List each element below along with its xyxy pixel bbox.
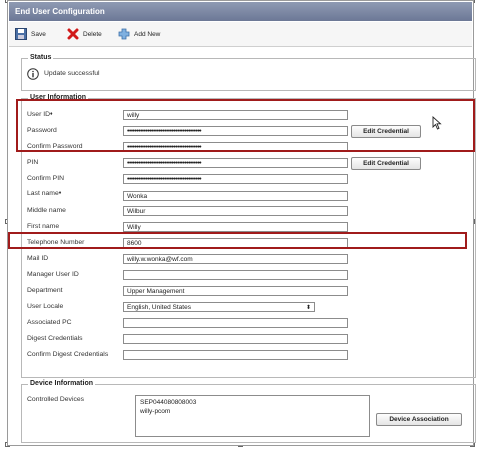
status-legend: Status bbox=[28, 54, 54, 61]
edit-credential-pin-button[interactable]: Edit Credential bbox=[351, 157, 421, 170]
digest-credentials-field[interactable] bbox=[123, 334, 348, 344]
manager-user-id-label: Manager User ID bbox=[27, 271, 79, 278]
last-name-label-text: Last name bbox=[27, 190, 59, 197]
plus-icon bbox=[118, 28, 130, 40]
device-list-item[interactable]: willy-pcom bbox=[140, 407, 365, 416]
user-locale-label: User Locale bbox=[27, 303, 64, 310]
status-message: Update successful bbox=[44, 70, 100, 77]
associated-pc-label: Associated PC bbox=[27, 319, 72, 326]
device-association-button[interactable]: Device Association bbox=[376, 413, 462, 426]
delete-label: Delete bbox=[83, 30, 102, 38]
telephone-highlight-box bbox=[8, 232, 467, 249]
pin-field[interactable]: •••••••••••••••••••••••••••••••••••••••• bbox=[123, 158, 348, 168]
digest-credentials-label: Digest Credentials bbox=[27, 335, 83, 342]
controlled-devices-list[interactable]: SEP044080808003 willy-pcom bbox=[135, 395, 370, 437]
confirm-digest-credentials-label: Confirm Digest Credentials bbox=[27, 351, 109, 358]
toolbar: Save Delete Add New bbox=[9, 22, 472, 47]
mail-id-field[interactable]: willy.w.wonka@wf.com bbox=[123, 254, 348, 264]
first-name-field[interactable]: Willy bbox=[123, 222, 348, 232]
mail-id-label: Mail ID bbox=[27, 255, 49, 262]
window-titlebar: End User Configuration bbox=[9, 2, 472, 21]
save-label: Save bbox=[31, 30, 46, 38]
user-locale-value: English, United States bbox=[127, 304, 191, 311]
department-label: Department bbox=[27, 287, 63, 294]
select-arrows-icon: ⬍ bbox=[305, 305, 311, 311]
device-list-item[interactable]: SEP044080808003 bbox=[140, 398, 365, 407]
pin-label: PIN bbox=[27, 159, 39, 166]
red-x-icon bbox=[67, 28, 79, 40]
middle-name-label: Middle name bbox=[27, 207, 66, 214]
last-name-label: Last name♦ bbox=[27, 190, 61, 197]
device-information-legend: Device Information bbox=[28, 380, 96, 387]
controlled-devices-label: Controlled Devices bbox=[27, 396, 85, 403]
status-section: Status Update successful bbox=[21, 54, 476, 91]
confirm-pin-field[interactable]: •••••••••••••••••••••••••••••••••••••••• bbox=[123, 174, 348, 184]
save-button[interactable]: Save bbox=[15, 28, 46, 40]
associated-pc-field[interactable] bbox=[123, 318, 348, 328]
required-marker: ♦ bbox=[58, 190, 62, 196]
window-title: End User Configuration bbox=[15, 7, 105, 16]
add-new-button[interactable]: Add New bbox=[118, 28, 160, 40]
confirm-pin-label: Confirm PIN bbox=[27, 175, 65, 182]
last-name-field[interactable]: Wonka bbox=[123, 191, 348, 201]
confirm-digest-credentials-field[interactable] bbox=[123, 350, 348, 360]
credentials-highlight-box bbox=[16, 99, 475, 152]
delete-button[interactable]: Delete bbox=[67, 28, 102, 40]
add-new-label: Add New bbox=[134, 30, 161, 38]
department-field[interactable]: Upper Management bbox=[123, 286, 348, 296]
floppy-disk-icon bbox=[15, 28, 27, 40]
user-locale-select[interactable]: English, United States ⬍ bbox=[123, 302, 315, 312]
manager-user-id-field[interactable] bbox=[123, 270, 348, 280]
middle-name-field[interactable]: Wilbur bbox=[123, 206, 348, 216]
end-user-configuration-window: End User Configuration Save Delete Add N… bbox=[7, 0, 476, 446]
info-icon bbox=[27, 68, 39, 80]
first-name-label: First name bbox=[27, 223, 60, 230]
